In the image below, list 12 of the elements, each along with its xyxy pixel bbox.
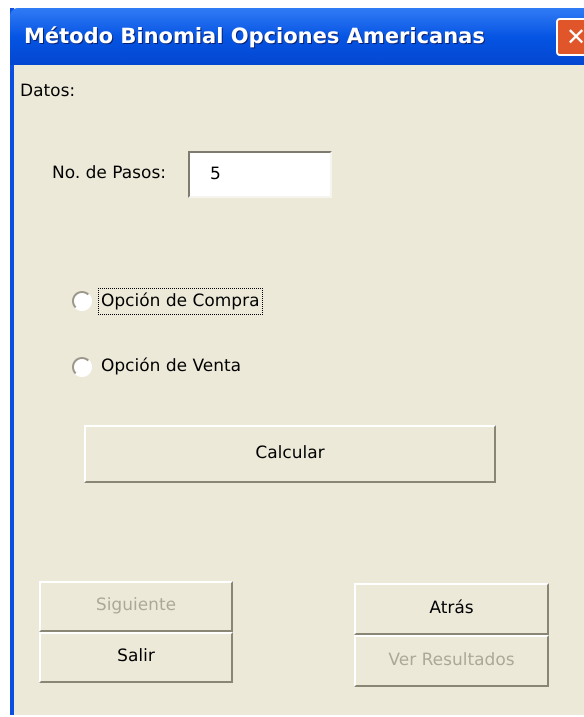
close-button[interactable]: ✕ [556, 18, 584, 56]
field-label: No. de Pasos: [52, 162, 166, 186]
window-title: Método Binomial Opciones Americanas [24, 22, 485, 50]
steps-input-field[interactable]: 5 [188, 150, 332, 198]
dialog-button[interactable]: Calcular [84, 424, 496, 482]
radio-button[interactable] [72, 356, 92, 377]
section-label: Datos: [20, 80, 76, 103]
dialog-button[interactable]: Atrás [354, 582, 549, 634]
radio-button[interactable] [72, 291, 92, 312]
dialog-button[interactable]: Salir [39, 632, 233, 682]
radio-label[interactable]: Opción de Compra [98, 288, 263, 315]
radio-label[interactable]: Opción de Venta [98, 353, 244, 380]
